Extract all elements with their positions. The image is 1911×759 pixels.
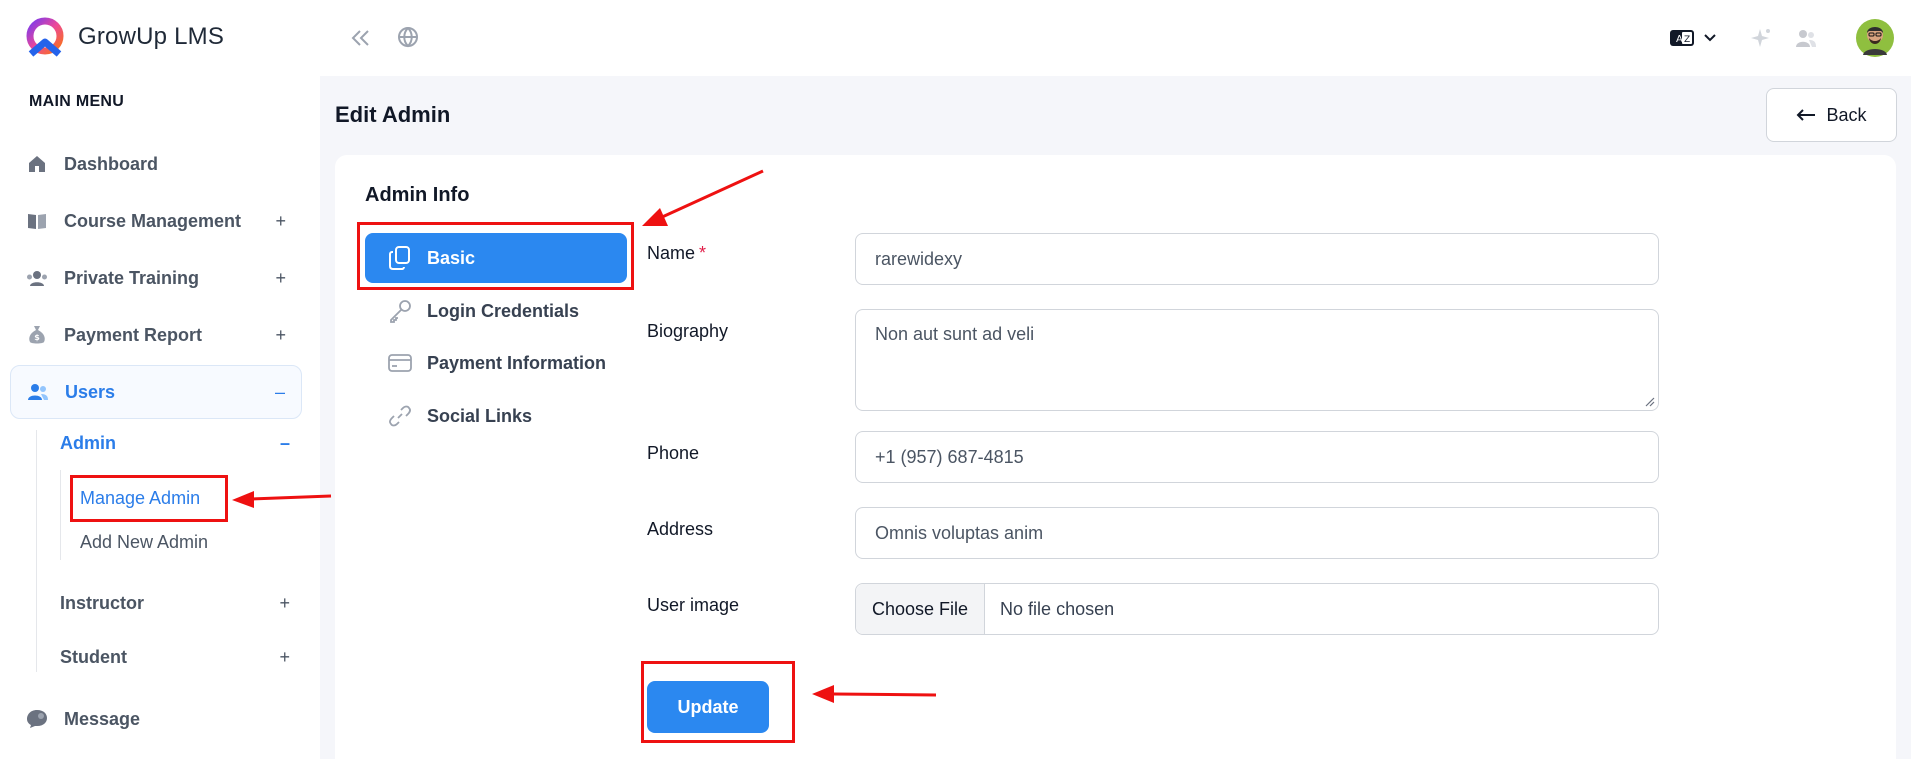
annotation-arrow-manage-admin [232, 491, 332, 508]
annotation-arrows [232, 169, 937, 703]
annotation-arrow-update [812, 685, 937, 703]
annotation-arrow-basic [642, 169, 764, 226]
